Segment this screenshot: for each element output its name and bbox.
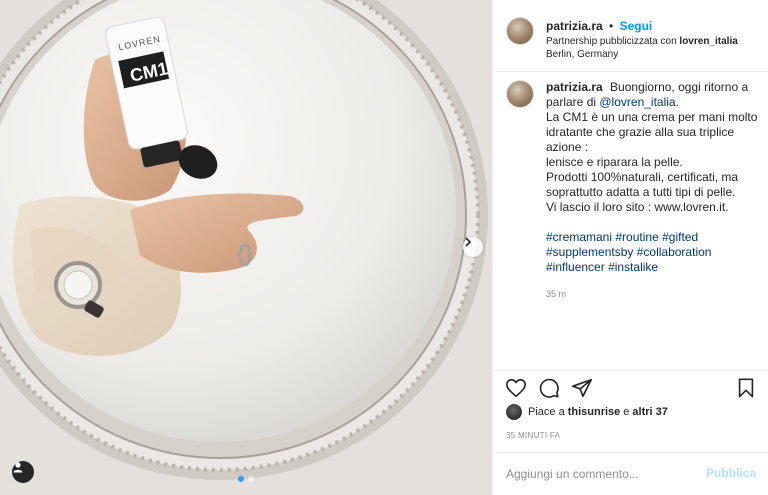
- author-avatar[interactable]: [506, 17, 534, 45]
- photo-illustration: [0, 0, 492, 495]
- caption-text: patrizia.ra Buongiorno, oggi ritorno a p…: [546, 80, 766, 302]
- share-button[interactable]: [571, 377, 593, 399]
- bookmark-icon: [738, 378, 754, 398]
- hashtag-list: #cremamani #routine #gifted #supplements…: [546, 230, 766, 275]
- partnership-prefix: Partnership pubblicizzata con: [546, 36, 677, 47]
- post-photo[interactable]: LOVREN CM1: [0, 0, 492, 495]
- first-liker-link[interactable]: thisunrise: [568, 406, 621, 418]
- action-bar: [493, 370, 768, 400]
- comment-bar: Pubblica: [493, 452, 768, 495]
- post-timestamp[interactable]: 35 MINUTI FA: [506, 431, 560, 440]
- post-side-panel: patrizia.ra • Segui Partnership pubblici…: [492, 0, 768, 495]
- caption-line-1-end: .: [675, 95, 679, 109]
- mention-link[interactable]: @lovren_italia: [599, 95, 675, 109]
- author-username[interactable]: patrizia.ra: [546, 19, 603, 33]
- caption-line-3: lenisce e riparara la pelle.: [546, 155, 683, 169]
- caption-line-2: La CM1 è un una crema per mani molto idr…: [546, 110, 758, 154]
- chevron-right-icon: [465, 237, 472, 247]
- person-tag-icon: [13, 462, 23, 473]
- carousel-indicator: [238, 476, 254, 482]
- hashtag-link[interactable]: #instalike: [608, 260, 658, 274]
- separator-dot: •: [609, 19, 614, 33]
- post-header: patrizia.ra • Segui Partnership pubblici…: [493, 0, 768, 72]
- hashtag-link[interactable]: #routine: [615, 230, 658, 244]
- author-line: patrizia.ra • Segui: [546, 19, 652, 33]
- post-location[interactable]: Berlin, Germany: [546, 49, 618, 60]
- liker-avatar[interactable]: [506, 404, 522, 420]
- heart-icon: [506, 378, 526, 398]
- hashtag-link[interactable]: #cremamani: [546, 230, 612, 244]
- like-button[interactable]: [505, 377, 527, 399]
- caption-line-5: Vi lascio il loro sito : www.lovren.it.: [546, 200, 729, 214]
- caption-author-avatar[interactable]: [506, 80, 534, 108]
- caption-timestamp[interactable]: 35 m: [546, 287, 766, 302]
- follow-button[interactable]: Segui: [620, 19, 653, 33]
- hashtag-link[interactable]: #influencer: [546, 260, 605, 274]
- carousel-dot-active: [238, 476, 244, 482]
- carousel-next-button[interactable]: [463, 237, 483, 257]
- hashtag-link[interactable]: #supplementsby: [546, 245, 633, 259]
- hashtag-link[interactable]: #collaboration: [637, 245, 712, 259]
- likes-summary: Piace a thisunrise e altri 37: [506, 404, 671, 420]
- caption-username[interactable]: patrizia.ra: [546, 80, 603, 94]
- likes-conjunction: e: [623, 406, 630, 418]
- partner-account-link[interactable]: lovren_italia: [679, 36, 737, 47]
- caption-line-4: Prodotti 100%naturali, certificati, ma s…: [546, 170, 739, 199]
- carousel-dot: [248, 476, 254, 482]
- hashtag-link[interactable]: #gifted: [662, 230, 698, 244]
- comment-button[interactable]: [538, 377, 560, 399]
- likes-prefix: Piace a: [528, 406, 565, 418]
- comment-input[interactable]: [506, 464, 696, 484]
- paper-plane-icon: [572, 378, 592, 398]
- comment-icon: [539, 378, 559, 398]
- person-tag-button[interactable]: [12, 461, 34, 483]
- publish-button[interactable]: Pubblica: [706, 466, 756, 480]
- other-likes-link[interactable]: altri 37: [632, 406, 667, 418]
- save-button[interactable]: [735, 377, 757, 399]
- paid-partnership-label: Partnership pubblicizzata con lovren_ita…: [546, 36, 738, 47]
